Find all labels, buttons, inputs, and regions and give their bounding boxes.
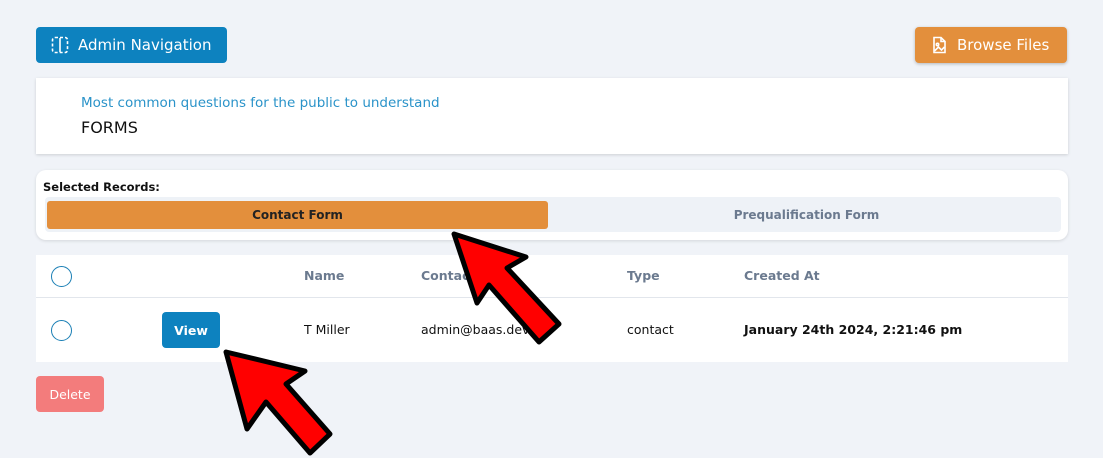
delete-button[interactable]: Delete [36,376,104,412]
column-header-created-at: Created At [744,268,820,283]
cell-type: contact [627,322,674,337]
cell-name: T Miller [304,322,350,337]
select-all-radio[interactable] [51,266,72,287]
cell-created-at: January 24th 2024, 2:21:46 pm [744,322,963,337]
tab-prequalification-form[interactable]: Prequalification Form [554,201,1059,229]
browse-files-label: Browse Files [957,36,1050,54]
page-header: Most common questions for the public to … [36,78,1068,154]
annotation-arrow-icon [223,349,333,456]
sidebar-toggle-icon [51,36,69,54]
selected-records-label: Selected Records: [43,180,160,194]
page-title: FORMS [81,118,138,137]
row-select-radio[interactable] [51,320,72,341]
annotation-arrow-icon [451,231,562,345]
column-header-name: Name [304,268,345,283]
admin-navigation-label: Admin Navigation [78,36,212,54]
admin-navigation-button[interactable]: Admin Navigation [36,27,227,63]
browse-files-button[interactable]: Browse Files [915,27,1067,63]
file-image-icon [933,36,946,54]
view-button[interactable]: View [162,312,220,348]
page-subtitle: Most common questions for the public to … [81,95,440,111]
column-header-type: Type [627,268,660,283]
